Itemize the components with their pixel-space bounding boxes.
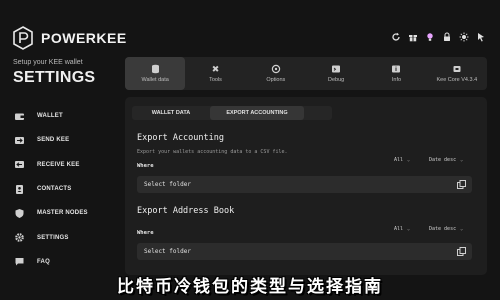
tab-label: Kee Core V4.3.4	[436, 77, 478, 83]
sidebar-item-wallet[interactable]: WALLET	[14, 104, 88, 128]
sidebar-item-label: FAQ	[37, 258, 50, 265]
chat-icon	[14, 256, 25, 267]
overlay-caption: 比特币冷钱包的类型与选择指南	[117, 277, 383, 297]
export-accounting-title: Export Accounting	[137, 133, 224, 143]
folder-placeholder: Select folder	[144, 181, 191, 188]
accounting-folder-field[interactable]: Select folder	[137, 176, 472, 193]
shield-icon	[14, 208, 25, 219]
receive-icon	[14, 159, 25, 170]
tab-kee-core[interactable]: Kee Core V4.3.4	[427, 57, 487, 90]
content-panel: WALLET DATA EXPORT ACCOUNTING Export Acc…	[125, 97, 487, 275]
top-toolbar	[390, 31, 486, 42]
filter-select[interactable]: All ⌄	[394, 157, 410, 163]
setup-subtitle: Setup your KEE wallet	[13, 59, 83, 66]
tab-label: Tools	[209, 77, 222, 83]
panel-subtabs: WALLET DATA EXPORT ACCOUNTING	[132, 106, 332, 120]
tab-options[interactable]: Options	[246, 57, 306, 90]
bulb-icon[interactable]	[424, 31, 435, 42]
copy-icon[interactable]	[457, 247, 466, 256]
contacts-icon	[14, 184, 25, 195]
sort-select[interactable]: Date desc ⌄	[429, 157, 463, 163]
gift-icon[interactable]	[407, 31, 418, 42]
filter-value: All	[394, 226, 404, 232]
sidebar-item-label: MASTER NODES	[37, 210, 88, 217]
sun-icon[interactable]	[458, 31, 469, 42]
subtab-wallet-data[interactable]: WALLET DATA	[132, 106, 210, 120]
settings-tabbar: Wallet data ✖ Tools Options Debug Info K…	[125, 57, 487, 90]
chevron-down-icon: ⌄	[407, 226, 411, 232]
chevron-down-icon: ⌄	[460, 157, 464, 163]
tab-label: Wallet data	[141, 77, 169, 83]
chevron-down-icon: ⌄	[460, 226, 464, 232]
address-book-folder-field[interactable]: Select folder	[137, 243, 472, 260]
tab-tools[interactable]: ✖ Tools	[185, 57, 245, 90]
sidebar-item-master-nodes[interactable]: MASTER NODES	[14, 201, 88, 225]
filter-value: All	[394, 157, 404, 163]
sidebar-item-label: SEND KEE	[37, 137, 70, 144]
sidebar: POWERKEE Setup your KEE wallet SETTINGS …	[0, 0, 126, 300]
brand-name: POWERKEE	[41, 30, 127, 46]
sidebar-nav: WALLET SEND KEE RECEIVE KEE CONTACTS MAS…	[14, 104, 88, 274]
where-label: Where	[137, 230, 154, 236]
copy-icon[interactable]	[457, 180, 466, 189]
debug-icon	[331, 64, 341, 74]
sidebar-item-label: SETTINGS	[37, 234, 69, 241]
sidebar-item-label: RECEIVE KEE	[37, 161, 80, 168]
send-icon	[14, 135, 25, 146]
tab-wallet-data[interactable]: Wallet data	[125, 57, 186, 90]
tab-label: Options	[266, 77, 286, 83]
tab-debug[interactable]: Debug	[306, 57, 366, 90]
export-accounting-description: Export your wallets accounting data to a…	[137, 149, 288, 155]
sort-select[interactable]: Date desc ⌄	[429, 226, 463, 232]
cursor-icon[interactable]	[475, 31, 486, 42]
tab-label: Debug	[328, 77, 345, 83]
folder-placeholder: Select folder	[144, 248, 191, 255]
refresh-icon[interactable]	[390, 31, 401, 42]
export-address-book-title: Export Address Book	[137, 206, 235, 216]
tools-icon: ✖	[211, 63, 220, 74]
wallet-icon	[14, 111, 25, 122]
sidebar-item-label: CONTACTS	[37, 186, 72, 193]
database-icon	[150, 64, 160, 74]
sort-value: Date desc	[429, 226, 457, 232]
brand: POWERKEE	[13, 26, 127, 50]
tab-info[interactable]: Info	[366, 57, 426, 90]
sidebar-item-label: WALLET	[37, 113, 63, 120]
options-icon	[271, 64, 281, 74]
sidebar-item-contacts[interactable]: CONTACTS	[14, 177, 88, 201]
sidebar-item-faq[interactable]: FAQ	[14, 250, 88, 274]
sidebar-item-send-kee[interactable]: SEND KEE	[14, 128, 88, 152]
sidebar-item-settings[interactable]: SETTINGS	[14, 225, 88, 249]
sidebar-item-receive-kee[interactable]: RECEIVE KEE	[14, 153, 88, 177]
sort-value: Date desc	[429, 157, 457, 163]
powerkee-logo-icon	[13, 26, 33, 50]
info-icon	[391, 64, 401, 74]
page-title: SETTINGS	[13, 69, 96, 86]
tab-label: Info	[391, 77, 402, 83]
subtab-export-accounting[interactable]: EXPORT ACCOUNTING	[210, 106, 304, 120]
core-icon	[452, 64, 462, 74]
where-label: Where	[137, 163, 154, 169]
lock-icon[interactable]	[441, 31, 452, 42]
chevron-down-icon: ⌄	[407, 157, 411, 163]
gear-icon	[14, 232, 25, 243]
filter-select[interactable]: All ⌄	[394, 226, 410, 232]
